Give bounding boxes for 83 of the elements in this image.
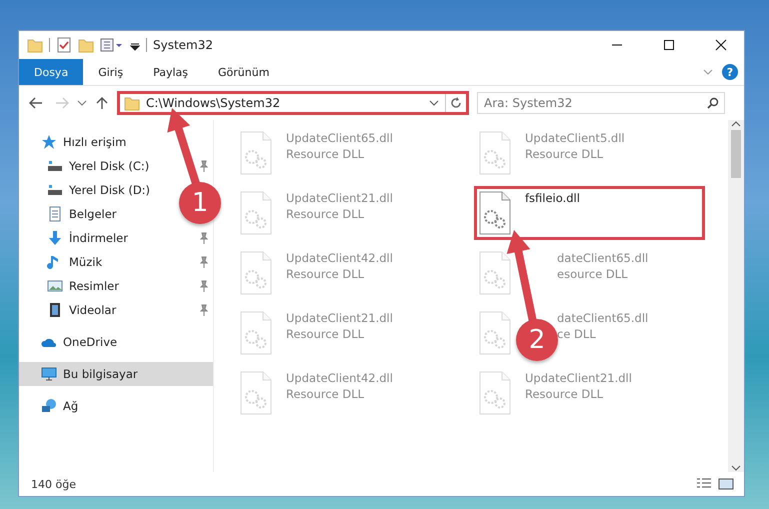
dll-file-icon (479, 251, 511, 295)
close-icon[interactable] (715, 39, 727, 51)
file-type: Resource DLL (286, 387, 364, 401)
down-arrow-icon (47, 230, 63, 246)
file-type: Resource DLL (286, 267, 364, 281)
sidebar-item[interactable]: Yerel Disk (C:) (19, 154, 213, 178)
sidebar-item[interactable]: Videolar (19, 298, 213, 322)
sidebar-item[interactable]: Ağ (19, 394, 82, 418)
search-field[interactable]: Ara: System32 (477, 92, 725, 114)
sidebar-item[interactable]: Belgeler (19, 202, 121, 226)
dll-file-icon (479, 191, 511, 235)
monitor-icon (41, 366, 57, 382)
file-menu-tab[interactable]: Dosya (19, 59, 84, 85)
scroll-down-icon[interactable] (731, 464, 741, 472)
file-type: Resource DLL (286, 207, 364, 221)
sidebar-item-label: Resimler (69, 279, 120, 293)
document-icon (47, 206, 63, 222)
dll-file-icon (240, 131, 272, 175)
view-options-icon[interactable] (100, 37, 124, 53)
refresh-icon[interactable] (450, 97, 462, 109)
pin-icon (199, 232, 209, 244)
sidebar-item[interactable]: İndirmeler (19, 226, 213, 250)
sidebar-item[interactable]: Müzik (19, 250, 213, 274)
recent-locations-icon[interactable] (77, 99, 87, 107)
address-bar[interactable]: C:\Windows\System32 (117, 91, 469, 115)
dll-file-icon (240, 311, 272, 355)
file-type: esource DLL (557, 267, 628, 281)
back-arrow-icon[interactable] (29, 97, 43, 109)
star-icon (41, 134, 57, 150)
sidebar-item-label: Yerel Disk (C:) (69, 159, 150, 173)
properties-icon[interactable] (56, 37, 72, 53)
dll-file-icon (240, 191, 272, 235)
window-title: System32 (153, 38, 214, 52)
dll-file-icon (479, 131, 511, 175)
folder-icon (124, 95, 140, 111)
sidebar-item[interactable]: Hızlı erişim (19, 130, 130, 154)
pin-icon (199, 280, 209, 292)
ribbon-tab[interactable]: Görünüm (203, 59, 284, 85)
scrollbar[interactable] (728, 120, 744, 472)
ribbon-tab[interactable]: Paylaş (138, 59, 203, 85)
dll-file-icon (479, 371, 511, 415)
sidebar-item-label: Belgeler (69, 207, 117, 221)
file-type: Resource DLL (525, 387, 604, 401)
sidebar-item-label: Hızlı erişim (63, 135, 126, 149)
scroll-thumb[interactable] (731, 130, 741, 178)
up-arrow-icon[interactable] (96, 96, 108, 110)
dropdown-caret-icon[interactable] (429, 99, 439, 107)
item-count: 140 öğe (31, 478, 76, 490)
sidebar-item-label: Videolar (69, 303, 118, 317)
file-type: Resource DLL (525, 147, 604, 161)
file-type: Resource DLL (286, 147, 364, 161)
file-type: ce DLL (557, 327, 596, 341)
sidebar-item[interactable]: Resimler (19, 274, 213, 298)
drive-icon (47, 158, 63, 174)
sidebar-item-label: Ağ (63, 399, 78, 413)
dll-file-icon (479, 311, 511, 355)
large-icons-view-icon[interactable] (718, 477, 734, 491)
pin-icon (199, 304, 209, 316)
file-item[interactable]: fsfileio.dll (474, 186, 705, 240)
pin-icon (199, 256, 209, 268)
film-icon (47, 302, 63, 318)
scroll-up-icon[interactable] (731, 120, 741, 128)
sidebar-item[interactable]: Bu bilgisayar (19, 362, 213, 386)
search-icon[interactable] (707, 97, 719, 109)
network-icon (41, 398, 57, 414)
help-button[interactable]: ? (722, 64, 738, 80)
sidebar-item-label: OneDrive (63, 335, 118, 349)
pin-icon (199, 160, 209, 172)
maximize-icon[interactable] (663, 39, 675, 51)
address-path: C:\Windows\System32 (146, 96, 282, 110)
sidebar-item[interactable]: OneDrive (19, 330, 122, 354)
ribbon-tab[interactable]: Giriş (83, 59, 138, 85)
picture-icon (47, 278, 63, 294)
file-type: Resource DLL (286, 327, 364, 341)
sidebar-item-label: Bu bilgisayar (63, 367, 139, 381)
sidebar-item-label: Müzik (69, 255, 104, 269)
dll-file-icon (240, 371, 272, 415)
sidebar-item-label: Yerel Disk (D:) (69, 183, 150, 197)
dll-file-icon (240, 251, 272, 295)
sidebar-item[interactable]: Yerel Disk (D:) (19, 178, 154, 202)
sidebar-item-label: İndirmeler (69, 231, 129, 245)
drive-icon (47, 182, 63, 198)
file-name[interactable]: fsfileio.dll (525, 191, 580, 205)
